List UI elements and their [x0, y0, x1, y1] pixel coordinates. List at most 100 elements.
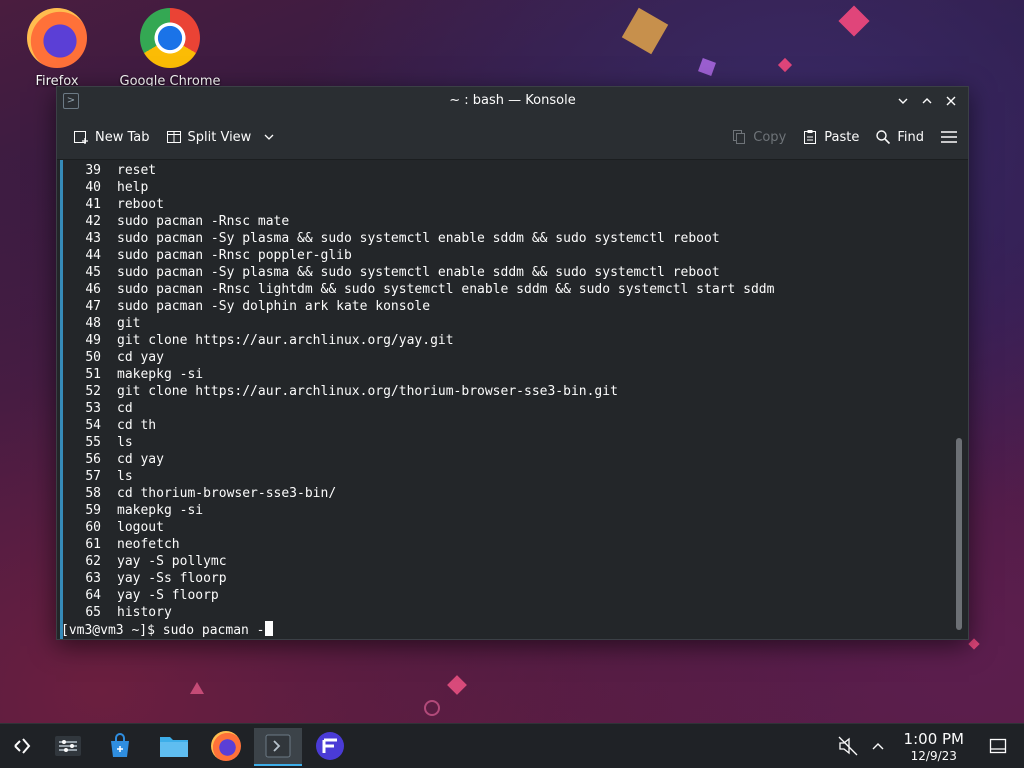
history-line: 54 cd th	[61, 417, 948, 434]
minimize-button[interactable]	[894, 87, 912, 115]
maximize-button[interactable]	[918, 87, 936, 115]
history-number: 43	[85, 231, 101, 246]
history-command: sudo pacman -Rnsc poppler-glib	[117, 248, 352, 263]
taskbar-discover[interactable]	[98, 728, 142, 764]
history-command: yay -Ss floorp	[117, 571, 227, 586]
history-command: sudo pacman -Sy dolphin ark kate konsole	[117, 299, 431, 314]
history-line: 41 reboot	[61, 196, 948, 213]
history-line: 46 sudo pacman -Rnsc lightdm && sudo syst…	[61, 281, 948, 298]
find-button[interactable]: Find	[867, 121, 932, 153]
chevron-down-icon	[261, 129, 277, 145]
history-number: 52	[85, 384, 101, 399]
history-command: ls	[117, 469, 133, 484]
system-tray-expand-button[interactable]	[858, 728, 898, 764]
chevron-up-icon	[872, 743, 884, 750]
history-number: 60	[85, 520, 101, 535]
konsole-app-icon[interactable]: >	[63, 93, 79, 109]
history-line: 47 sudo pacman -Sy dolphin ark kate konso…	[61, 298, 948, 315]
paste-button[interactable]: Paste	[794, 121, 867, 153]
konsole-toolbar: New Tab Split View Copy Paste Find	[57, 115, 968, 160]
history-command: neofetch	[117, 537, 180, 552]
history-command: makepkg -si	[117, 503, 204, 518]
command-input[interactable]: sudo pacman -	[163, 623, 265, 638]
history-number: 53	[85, 401, 101, 416]
history-command: git clone https://aur.archlinux.org/thor…	[117, 384, 618, 399]
search-icon	[875, 129, 891, 145]
desktop-icon-firefox[interactable]: Firefox	[2, 8, 112, 89]
hamburger-menu-button[interactable]	[932, 121, 964, 153]
history-line: 63 yay -Ss floorp	[61, 570, 948, 587]
show-desktop-icon	[989, 738, 1007, 754]
copy-label: Copy	[753, 129, 787, 145]
terminal-area[interactable]: 39 reset 40 help 41 reboot 42 sudo pacman -Rnsc…	[57, 160, 968, 639]
digital-clock[interactable]: 1:00 PM 12/9/23	[904, 730, 964, 763]
split-view-label: Split View	[187, 129, 252, 145]
history-line: 45 sudo pacman -Sy plasma && sudo systemc…	[61, 264, 948, 281]
window-titlebar[interactable]: > ~ : bash — Konsole	[57, 87, 968, 115]
history-number: 62	[85, 554, 101, 569]
history-command: reset	[117, 163, 157, 178]
wallpaper-shape	[838, 5, 870, 37]
konsole-window: > ~ : bash — Konsole New Tab Split View …	[56, 86, 969, 640]
taskbar-firefox[interactable]	[204, 728, 248, 764]
history-command: yay -S pollymc	[117, 554, 227, 569]
konsole-icon	[265, 734, 291, 758]
history-number: 40	[85, 180, 101, 195]
new-tab-icon	[73, 129, 89, 145]
prompt-line[interactable]: [vm3@vm3 ~]$ sudo pacman -	[61, 621, 948, 639]
wallpaper-shape	[190, 682, 204, 694]
taskbar-floorp[interactable]	[308, 728, 352, 764]
history-line: 50 cd yay	[61, 349, 948, 366]
paste-label: Paste	[824, 129, 860, 145]
paste-icon	[802, 129, 818, 145]
history-number: 49	[85, 333, 101, 348]
firefox-icon	[211, 731, 241, 761]
history-command: sudo pacman -Rnsc mate	[117, 214, 290, 229]
firefox-icon	[27, 8, 87, 68]
terminal-scrollbar[interactable]	[952, 160, 962, 635]
taskbar-settings[interactable]	[46, 728, 90, 764]
split-view-button[interactable]: Split View	[158, 121, 286, 153]
history-number: 50	[85, 350, 101, 365]
history-command: git clone https://aur.archlinux.org/yay.…	[117, 333, 454, 348]
copy-button[interactable]: Copy	[723, 121, 794, 153]
new-tab-button[interactable]: New Tab	[65, 121, 158, 153]
find-label: Find	[897, 129, 924, 145]
history-line: 42 sudo pacman -Rnsc mate	[61, 213, 948, 230]
taskbar-file-manager[interactable]	[152, 728, 196, 764]
history-number: 46	[85, 282, 101, 297]
history-number: 41	[85, 197, 101, 212]
history-command: cd yay	[117, 350, 164, 365]
history-line: 48 git	[61, 315, 948, 332]
history-command: cd thorium-browser-sse3-bin/	[117, 486, 337, 501]
wallpaper-shape	[968, 638, 980, 650]
history-line: 64 yay -S floorp	[61, 587, 948, 604]
history-line: 61 neofetch	[61, 536, 948, 553]
desktop-icon-chrome[interactable]: Google Chrome	[115, 8, 225, 89]
history-line: 58 cd thorium-browser-sse3-bin/	[61, 485, 948, 502]
history-command: sudo pacman -Rnsc lightdm && sudo system…	[117, 282, 775, 297]
history-number: 44	[85, 248, 101, 263]
terminal-output: 39 reset 40 help 41 reboot 42 sudo pacman -Rnsc…	[61, 162, 948, 639]
history-line: 43 sudo pacman -Sy plasma && sudo systemc…	[61, 230, 948, 247]
history-line: 65 history	[61, 604, 948, 621]
history-number: 57	[85, 469, 101, 484]
history-command: logout	[117, 520, 164, 535]
history-line: 39 reset	[61, 162, 948, 179]
floorp-icon	[316, 732, 344, 760]
scrollbar-thumb[interactable]	[956, 438, 962, 630]
history-line: 56 cd yay	[61, 451, 948, 468]
launcher-icon	[14, 738, 31, 754]
window-title: ~ : bash — Konsole	[449, 93, 576, 108]
history-line: 40 help	[61, 179, 948, 196]
history-number: 42	[85, 214, 101, 229]
split-view-icon	[166, 129, 182, 145]
history-line: 51 makepkg -si	[61, 366, 948, 383]
history-line: 53 cd	[61, 400, 948, 417]
application-launcher-button[interactable]	[0, 728, 44, 764]
history-command: help	[117, 180, 149, 195]
close-button[interactable]	[942, 87, 960, 115]
taskbar-konsole[interactable]	[254, 728, 302, 766]
wallpaper-shape	[621, 7, 669, 55]
show-desktop-button[interactable]	[978, 728, 1018, 764]
